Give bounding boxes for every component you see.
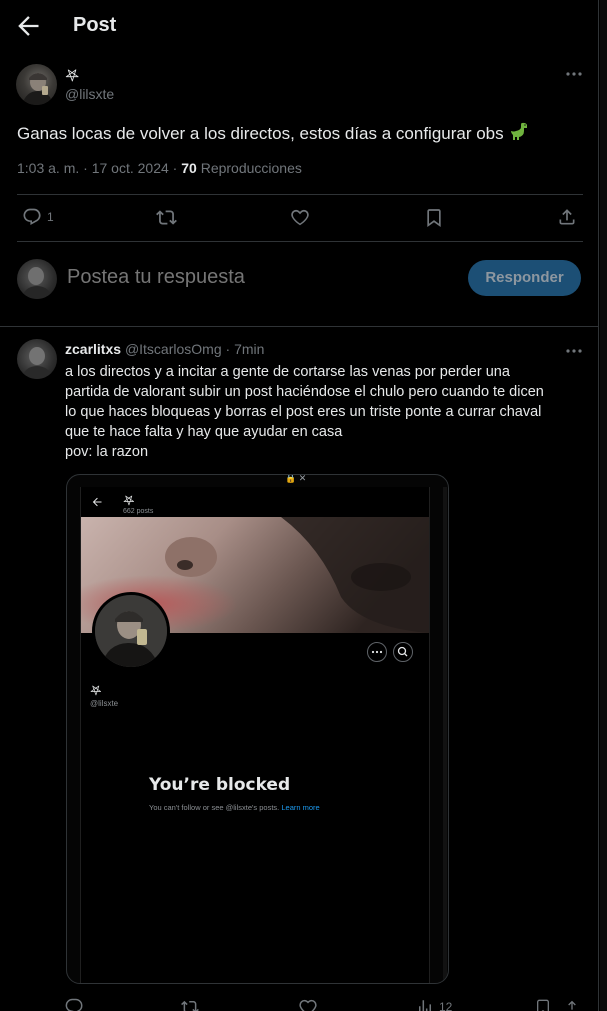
divider <box>0 326 599 327</box>
comment-repost-button[interactable] <box>181 998 199 1011</box>
comment-bookmark-button[interactable] <box>535 998 551 1011</box>
author-name[interactable]: 𖤐 <box>65 64 79 86</box>
post-date[interactable]: 17 oct. 2024 <box>92 160 169 176</box>
divider <box>17 194 583 195</box>
search-icon <box>393 642 413 662</box>
commenter-handle[interactable]: @ItscarlosOmg <box>125 341 222 357</box>
more-icon <box>566 72 582 76</box>
back-arrow-icon <box>18 16 39 36</box>
views-label: Reproducciones <box>200 160 302 176</box>
meta-separator: · <box>83 160 92 176</box>
reply-submit-button[interactable]: Responder <box>468 260 581 296</box>
reply-input[interactable] <box>67 266 447 289</box>
divider <box>17 241 583 242</box>
repost-button[interactable] <box>156 207 177 228</box>
more-icon <box>367 642 387 662</box>
post-more-button[interactable] <box>562 64 586 84</box>
post-text: Ganas locas de volver a los directos, es… <box>17 121 530 144</box>
comment-text-line: a los directos y a incitar a gente de co… <box>65 364 510 380</box>
comment-like-button[interactable] <box>299 998 317 1011</box>
bookmark-icon <box>427 209 441 227</box>
author-handle[interactable]: @lilsxte <box>65 86 114 102</box>
share-icon <box>568 1000 576 1010</box>
reply-icon <box>23 208 41 225</box>
comment-text-line: pov: la razon <box>65 444 149 460</box>
like-button[interactable] <box>290 207 310 227</box>
meta-separator: · <box>225 341 231 357</box>
comment-text-line: lo que haces bloqueas y borras el post e… <box>65 404 542 420</box>
reply-icon <box>65 998 83 1011</box>
author-avatar[interactable] <box>16 64 57 105</box>
window-scrollbar[interactable] <box>600 0 607 1011</box>
page-title: Post <box>73 14 117 36</box>
repost-icon <box>181 1000 199 1011</box>
comment-text-line: partida de valorant subir un post hacién… <box>65 384 544 400</box>
blocked-message: You can't follow or see @lilsxte's posts… <box>149 803 280 812</box>
lock-close-icons: 🔒 ✕ <box>285 474 307 483</box>
learn-more-link: Learn more <box>281 803 320 812</box>
share-button[interactable] <box>557 207 577 227</box>
attached-image[interactable]: 🔒 ✕ 𖤐 662 posts 𖤐 @lilsxte You’re blocke… <box>66 474 449 984</box>
comment-header: zcarlitxs @ItscarlosOmg · 7min <box>65 341 264 357</box>
post-text-content: Ganas locas de volver a los directos, es… <box>17 124 504 143</box>
screenshot-scrollbar <box>443 487 447 983</box>
post-time[interactable]: 1:03 a. m. <box>17 160 79 176</box>
avatar-image <box>22 73 53 105</box>
profile-picture <box>92 592 170 670</box>
comment-text-line: que te hace falta y hay que ayudar en ca… <box>65 424 343 440</box>
avatar-image <box>21 267 53 299</box>
views-icon <box>419 1000 431 1011</box>
post-page: Post 𖤐 @lilsxte Ganas locas de volver a … <box>0 0 599 1011</box>
bookmark-icon <box>537 999 549 1011</box>
meta-separator: · <box>172 160 182 176</box>
comment-text: a los directos y a incitar a gente de co… <box>65 362 585 462</box>
blocked-subtext: You can't follow or see @lilsxte's posts… <box>149 803 320 812</box>
avatar-image <box>21 347 53 379</box>
reply-count: 1 <box>47 210 54 224</box>
share-icon <box>559 209 575 225</box>
comment-more-button[interactable] <box>562 341 586 361</box>
comment-time[interactable]: 7min <box>234 341 264 357</box>
views-count: 70 <box>181 160 197 176</box>
back-arrow-icon <box>91 496 103 508</box>
post-meta: 1:03 a. m. · 17 oct. 2024 · 70 Reproducc… <box>17 160 302 176</box>
screenshot-profile-handle: @lilsxte <box>90 699 119 708</box>
reply-button[interactable]: 1 <box>22 207 54 227</box>
repost-icon <box>156 210 177 225</box>
screenshot-profile-name: 𖤐 <box>123 494 135 509</box>
more-icon <box>566 349 582 353</box>
dinosaur-emoji-icon <box>510 121 530 141</box>
commenter-avatar[interactable] <box>17 339 57 379</box>
blocked-title: You’re blocked <box>149 775 291 795</box>
comment-views-count: 12 <box>439 1000 453 1011</box>
my-avatar[interactable] <box>17 259 57 299</box>
header: Post <box>0 0 599 52</box>
comment-share-button[interactable] <box>564 998 580 1011</box>
comment-reply-button[interactable] <box>65 998 83 1011</box>
back-button[interactable] <box>14 12 42 40</box>
like-icon <box>299 999 317 1011</box>
comment-actions: 12 <box>0 996 599 1011</box>
screenshot-posts-count: 662 posts <box>123 508 154 515</box>
like-icon <box>291 209 309 226</box>
bookmark-button[interactable] <box>424 207 444 228</box>
comment-views-button[interactable]: 12 <box>416 998 452 1011</box>
screenshot-profile-name: 𖤐 <box>90 684 102 699</box>
screenshot-profile: 𖤐 662 posts 𖤐 @lilsxte You’re blocked Yo… <box>80 487 430 983</box>
commenter-name[interactable]: zcarlitxs <box>65 341 121 357</box>
